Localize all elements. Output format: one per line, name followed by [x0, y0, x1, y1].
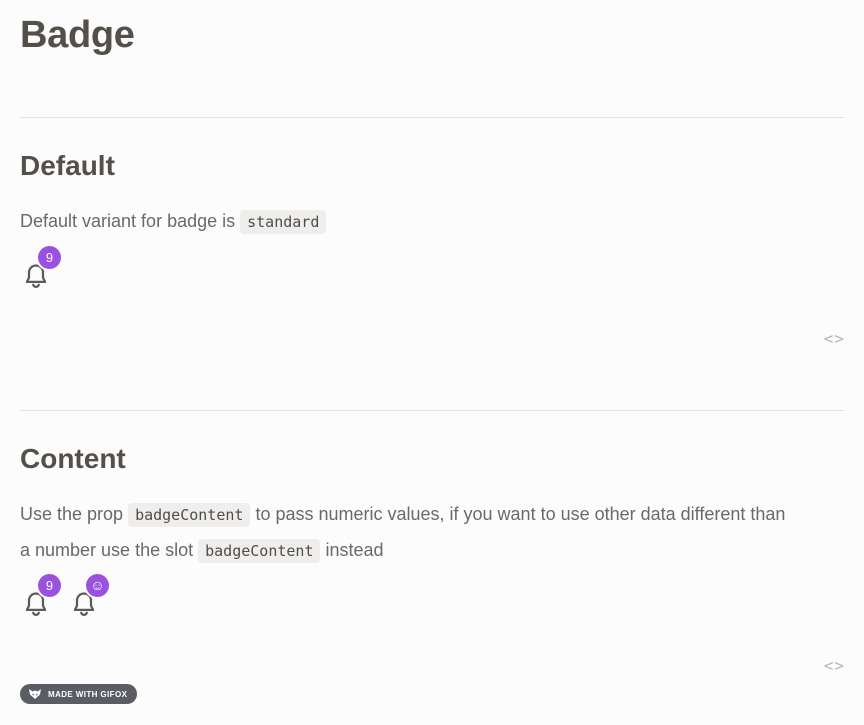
- slot-badge-example[interactable]: ☺: [70, 574, 109, 616]
- inline-code-standard: standard: [240, 210, 327, 234]
- inline-code-badgecontent-slot: badgeContent: [198, 539, 321, 563]
- gifox-watermark: MADE WITH GIFOX: [20, 684, 138, 704]
- page-title: Badge: [20, 14, 135, 56]
- smiley-icon: ☺: [86, 574, 109, 597]
- fox-icon: [29, 689, 41, 699]
- content-description-text: instead: [320, 540, 384, 560]
- inline-code-badgecontent: badgeContent: [128, 503, 251, 527]
- section-heading-content: Content: [20, 443, 126, 474]
- watermark-label: MADE WITH GIFOX: [48, 689, 128, 699]
- default-description: Default variant for badge is standard: [20, 204, 800, 240]
- section-heading-default: Default: [20, 150, 115, 181]
- default-badge-example[interactable]: 9: [22, 246, 61, 288]
- section-divider: [20, 117, 845, 118]
- code-icon[interactable]: <>: [824, 329, 845, 348]
- badge-counter: 9: [38, 246, 61, 269]
- content-description: Use the prop badgeContent to pass numeri…: [20, 497, 800, 569]
- numeric-badge-example[interactable]: 9: [22, 574, 61, 616]
- default-description-text: Default variant for badge is: [20, 211, 241, 231]
- badge-counter: 9: [38, 574, 61, 597]
- content-description-text: Use the prop: [20, 504, 129, 524]
- code-icon[interactable]: <>: [824, 656, 845, 675]
- section-divider: [20, 410, 845, 411]
